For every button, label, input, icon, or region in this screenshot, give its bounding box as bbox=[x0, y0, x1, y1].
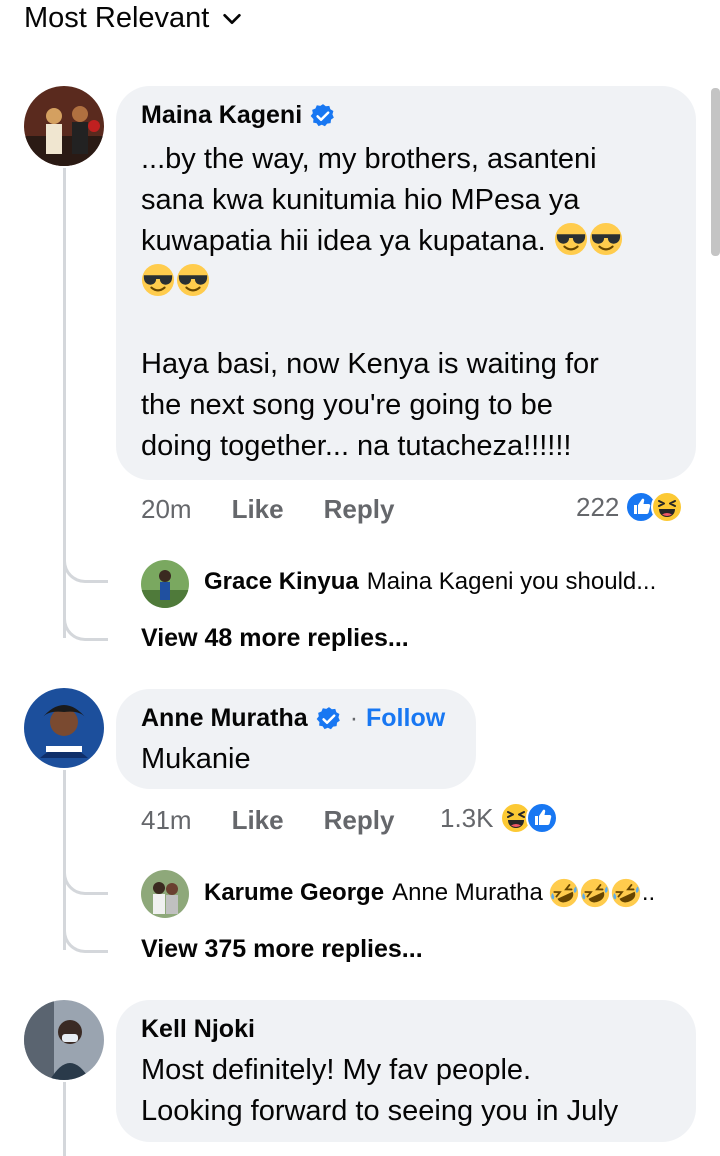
reply-text: Anne Muratha bbox=[392, 879, 543, 906]
avatar[interactable] bbox=[141, 870, 189, 918]
like-button[interactable]: Like bbox=[232, 494, 284, 525]
reply-preview[interactable]: Karume George Anne Muratha .. bbox=[204, 878, 655, 908]
reply-text: Maina Kageni you should... bbox=[366, 568, 657, 595]
comment-bubble: Kell Njoki Most definitely! My fav peopl… bbox=[116, 1000, 696, 1142]
reaction-count: 222 bbox=[576, 491, 620, 522]
reply-button[interactable]: Reply bbox=[324, 494, 395, 525]
scrollbar[interactable] bbox=[711, 88, 720, 256]
reaction-summary[interactable]: 222 bbox=[576, 491, 683, 523]
avatar[interactable] bbox=[24, 86, 104, 166]
comment-author[interactable]: Anne Muratha · Follow bbox=[141, 704, 445, 733]
reply-preview[interactable]: Grace Kinyua Maina Kageni you should... bbox=[204, 568, 656, 596]
thread-connector bbox=[63, 852, 108, 895]
comment-timestamp[interactable]: 20m bbox=[141, 494, 192, 525]
sunglasses-emoji-icon bbox=[141, 263, 175, 297]
view-more-replies[interactable]: View 48 more replies... bbox=[141, 624, 409, 653]
rofl-emoji-icon bbox=[549, 878, 579, 908]
reaction-summary[interactable]: 1.3K bbox=[440, 802, 558, 834]
verified-badge-icon bbox=[310, 103, 336, 129]
thread-connector bbox=[63, 598, 108, 641]
like-button[interactable]: Like bbox=[232, 805, 284, 836]
view-more-replies[interactable]: View 375 more replies... bbox=[141, 935, 423, 964]
reply-author[interactable]: Grace Kinyua bbox=[204, 568, 359, 596]
sunglasses-emoji-icon bbox=[176, 263, 210, 297]
thread-connector bbox=[63, 910, 108, 953]
haha-reaction-icon bbox=[651, 491, 683, 523]
avatar[interactable] bbox=[24, 688, 104, 768]
sort-dropdown[interactable]: Most Relevant bbox=[24, 2, 243, 35]
comment-actions: 41m Like Reply bbox=[141, 805, 394, 836]
comment-author[interactable]: Kell Njoki bbox=[141, 1015, 255, 1044]
comment-bubble: Maina Kageni ...by the way, my brothers,… bbox=[116, 86, 696, 480]
comment-actions: 20m Like Reply bbox=[141, 494, 394, 525]
reaction-count: 1.3K bbox=[440, 802, 494, 833]
comment-text: Mukanie bbox=[141, 743, 251, 775]
reply-author[interactable]: Karume George bbox=[204, 879, 384, 907]
sort-label: Most Relevant bbox=[24, 2, 210, 34]
thread-connector bbox=[63, 540, 108, 583]
rofl-emoji-icon bbox=[611, 878, 641, 908]
like-reaction-icon bbox=[526, 802, 558, 834]
sunglasses-emoji-icon bbox=[554, 222, 588, 256]
avatar[interactable] bbox=[24, 1000, 104, 1080]
verified-badge-icon bbox=[316, 706, 342, 732]
comment-bubble: Anne Muratha · Follow Mukanie bbox=[116, 689, 476, 789]
avatar[interactable] bbox=[141, 560, 189, 608]
thread-line bbox=[63, 1082, 66, 1156]
rofl-emoji-icon bbox=[580, 878, 610, 908]
comment-timestamp[interactable]: 41m bbox=[141, 805, 192, 836]
comment-text: ...by the way, my brothers, asanteni san… bbox=[141, 139, 686, 467]
comment-text: Most definitely! My fav people. Looking … bbox=[141, 1054, 619, 1127]
reply-button[interactable]: Reply bbox=[324, 805, 395, 836]
sunglasses-emoji-icon bbox=[589, 222, 623, 256]
comment-author[interactable]: Maina Kageni bbox=[141, 101, 336, 130]
follow-button[interactable]: Follow bbox=[366, 704, 445, 733]
chevron-down-icon bbox=[223, 13, 242, 24]
